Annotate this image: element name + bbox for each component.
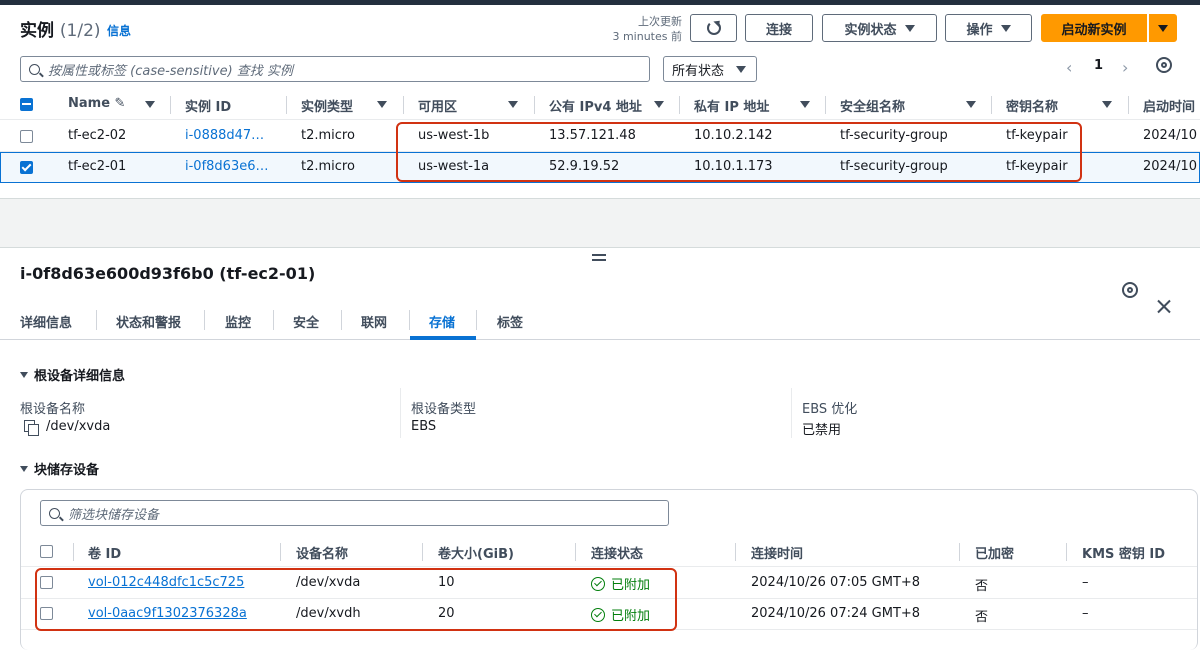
settings-icon[interactable] (1122, 282, 1138, 298)
sort-icon[interactable] (508, 101, 518, 108)
tab-tags[interactable]: 标签 (497, 312, 523, 331)
edit-icon: ✎ (114, 96, 126, 111)
instance-search-input[interactable]: 按属性或标签 (case-sensitive) 查找 实例 (20, 56, 650, 82)
root-device-name: /dev/xvda (46, 419, 111, 434)
instance-type: t2.micro (301, 128, 355, 143)
info-link[interactable]: 信息 (107, 22, 131, 39)
col-key[interactable]: 密钥名称 (1006, 96, 1058, 115)
state-filter-select[interactable]: 所有状态 (663, 56, 757, 82)
search-icon (49, 507, 60, 519)
ebs-optimized-label: EBS 优化 (802, 402, 858, 417)
launch-time: 2024/10 (1143, 159, 1198, 174)
root-device-section-toggle[interactable]: 根设备详细信息 (20, 365, 125, 384)
block-device-section-toggle[interactable]: 块储存设备 (20, 459, 99, 478)
instance-type: t2.micro (301, 159, 355, 174)
tab-networking[interactable]: 联网 (361, 312, 387, 331)
col-volume-size[interactable]: 卷大小(GiB) (438, 543, 514, 562)
col-volume-id[interactable]: 卷 ID (88, 543, 121, 562)
select-all-checkbox[interactable] (40, 545, 53, 558)
refresh-icon (706, 21, 721, 35)
instance-id-link[interactable]: i-0888d47… (185, 128, 264, 143)
col-launch-time[interactable]: 启动时间 (1143, 96, 1195, 115)
instance-state-button[interactable]: 实例状态 (822, 14, 937, 42)
block-filter-input[interactable]: 筛选块储存设备 (40, 500, 669, 526)
search-icon (29, 63, 40, 75)
col-name[interactable]: Name ✎ (68, 96, 125, 111)
sort-icon[interactable] (654, 101, 664, 108)
actions-button[interactable]: 操作 (945, 14, 1032, 42)
col-attach-time[interactable]: 连接时间 (751, 543, 803, 562)
col-encrypted[interactable]: 已加密 (975, 543, 1014, 562)
ebs-optimized: 已禁用 (802, 423, 842, 438)
root-device-name-label: 根设备名称 (20, 402, 86, 417)
sort-icon[interactable] (800, 101, 810, 108)
top-bar (0, 0, 1200, 5)
col-device-name[interactable]: 设备名称 (296, 543, 348, 562)
col-attach-status[interactable]: 连接状态 (591, 543, 643, 562)
settings-icon[interactable] (1156, 57, 1172, 73)
sort-icon[interactable] (1102, 101, 1112, 108)
tab-storage[interactable]: 存储 (429, 312, 455, 331)
tab-monitoring[interactable]: 监控 (225, 312, 251, 331)
root-device-type: EBS (411, 419, 437, 434)
sort-icon[interactable] (145, 101, 155, 108)
prev-page-icon[interactable]: ‹ (1066, 58, 1072, 77)
split-panel-area (0, 198, 1200, 248)
instance-name: tf-ec2-02 (68, 128, 127, 143)
root-device-type-label: 根设备类型 (411, 402, 477, 417)
tab-security[interactable]: 安全 (293, 312, 319, 331)
tab-details[interactable]: 详细信息 (20, 312, 72, 331)
kms-key-id: – (1082, 575, 1089, 590)
dropdown-icon (1158, 24, 1168, 32)
kms-key-id: – (1082, 606, 1089, 621)
caret-down-icon (20, 465, 28, 472)
volumes-table-header: 卷 ID 设备名称 卷大小(GiB) 连接状态 连接时间 已加密 KMS 密钥 … (21, 537, 1197, 567)
col-kms-key[interactable]: KMS 密钥 ID (1082, 543, 1165, 562)
col-sg[interactable]: 安全组名称 (840, 96, 905, 115)
row-checkbox[interactable] (20, 130, 33, 143)
last-updated: 上次更新 3 minutes 前 (612, 15, 682, 43)
caret-down-icon (20, 371, 28, 378)
dropdown-icon (1000, 24, 1011, 32)
attach-time: 2024/10/26 07:05 GMT+8 (751, 575, 921, 590)
col-public-ip[interactable]: 公有 IPv4 地址 (549, 96, 642, 115)
launch-instance-button[interactable]: 启动新实例 (1041, 14, 1147, 42)
col-az[interactable]: 可用区 (418, 96, 457, 115)
detail-tabs: 详细信息 状态和警报 监控 安全 联网 存储 标签 (0, 306, 1200, 340)
row-checkbox[interactable] (20, 161, 33, 174)
col-instance-type[interactable]: 实例类型 (301, 96, 353, 115)
select-all-checkbox[interactable] (20, 98, 33, 111)
tab-status-alarms[interactable]: 状态和警报 (116, 312, 181, 331)
col-instance-id[interactable]: 实例 ID (185, 96, 231, 115)
highlight-box (396, 122, 1082, 182)
attach-time: 2024/10/26 07:24 GMT+8 (751, 606, 921, 621)
dropdown-icon (736, 65, 747, 73)
detail-title: i-0f8d63e600d93f6b0 (tf-ec2-01) (20, 264, 316, 283)
sort-icon[interactable] (966, 101, 976, 108)
dropdown-icon (904, 24, 915, 32)
next-page-icon[interactable]: › (1122, 58, 1128, 77)
sort-icon[interactable] (377, 101, 387, 108)
copy-icon[interactable] (24, 419, 39, 436)
page-number[interactable]: 1 (1094, 58, 1103, 73)
resize-handle-icon[interactable] (592, 254, 606, 264)
col-private-ip[interactable]: 私有 IP 地址 (694, 96, 769, 115)
launch-time: 2024/10 (1143, 128, 1198, 143)
instances-table-header: Name ✎ 实例 ID 实例类型 可用区 公有 IPv4 地址 私有 IP 地… (0, 90, 1200, 120)
encrypted: 否 (975, 610, 989, 625)
encrypted: 否 (975, 579, 989, 594)
page-title: 实例 (1/2) (20, 21, 101, 41)
connect-button[interactable]: 连接 (745, 14, 813, 42)
instance-id-link[interactable]: i-0f8d63e6… (185, 159, 268, 174)
refresh-button[interactable] (690, 14, 737, 42)
instance-name: tf-ec2-01 (68, 159, 127, 174)
launch-dropdown-button[interactable] (1149, 14, 1177, 42)
highlight-box (35, 568, 677, 631)
